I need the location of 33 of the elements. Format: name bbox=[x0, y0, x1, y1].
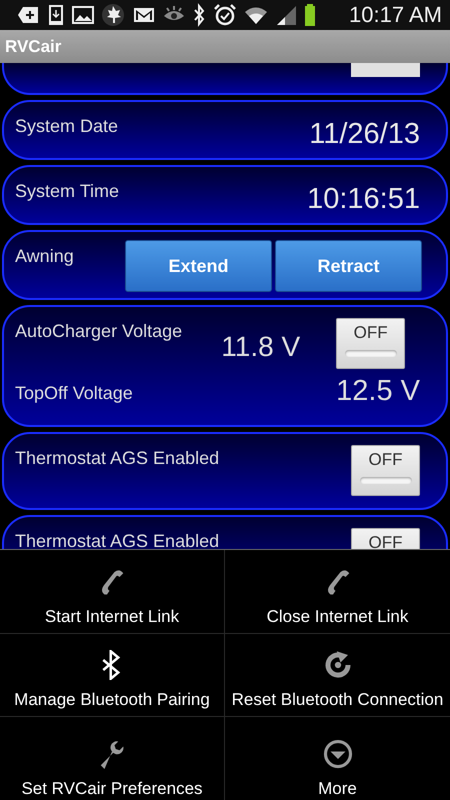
toggle-button[interactable]: OFF bbox=[351, 445, 420, 496]
toggle-button[interactable]: OFF bbox=[336, 318, 406, 369]
setting-value: 11/26/13 bbox=[309, 118, 420, 151]
setting-value: 12.5 V bbox=[336, 375, 420, 408]
toggle-button[interactable] bbox=[351, 63, 420, 77]
menu-item[interactable]: More bbox=[225, 717, 450, 800]
menu-item[interactable]: Start Internet Link bbox=[0, 550, 225, 634]
setting-label: Thermostat AGS Enabled bbox=[15, 448, 220, 469]
download-icon bbox=[47, 3, 65, 27]
battery-icon bbox=[304, 3, 316, 27]
menu-item[interactable]: Reset Bluetooth Connection bbox=[225, 634, 450, 718]
leaf-icon bbox=[101, 3, 125, 27]
setting-label: System Date bbox=[15, 116, 118, 137]
clock-time: 10:17 AM bbox=[349, 2, 442, 28]
setting-label: Awning bbox=[15, 246, 75, 267]
toggle-button[interactable]: OFF bbox=[351, 528, 420, 550]
setting-value: 11.8 V bbox=[221, 331, 300, 363]
setting-label: Thermostat AGS Enabled bbox=[15, 531, 220, 550]
setting-value: 10:16:51 bbox=[307, 183, 420, 216]
setting-label: System Time bbox=[15, 181, 120, 202]
setting-label: AutoCharger Voltage bbox=[15, 321, 182, 342]
image-icon bbox=[72, 3, 94, 27]
refresh-icon bbox=[322, 650, 352, 680]
menu-item[interactable]: Manage Bluetooth Pairing bbox=[0, 634, 225, 718]
more-icon bbox=[322, 738, 352, 769]
bluetooth-icon bbox=[192, 3, 206, 27]
setting-label: TopOff Voltage bbox=[15, 383, 134, 404]
alarm-icon bbox=[213, 3, 237, 27]
app-title: RVCair bbox=[5, 38, 62, 55]
menu-item[interactable]: Close Internet Link bbox=[225, 550, 450, 634]
action-button[interactable]: Retract bbox=[275, 240, 422, 292]
menu-item[interactable]: Set RVCair Preferences bbox=[0, 717, 225, 800]
action-button[interactable]: Extend bbox=[125, 240, 272, 292]
